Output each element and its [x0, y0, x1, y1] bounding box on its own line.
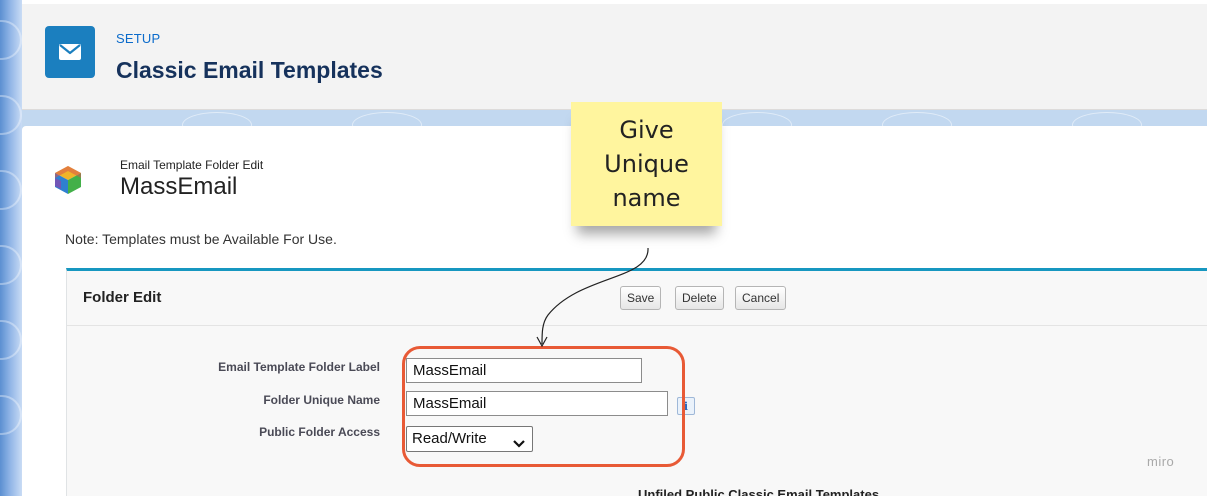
envelope-icon [45, 26, 95, 78]
background-strip [0, 0, 22, 496]
folder-title: MassEmail [120, 173, 238, 200]
setup-label: SETUP [116, 31, 161, 46]
section-heading-cutoff: Unfiled Public Classic Email Templates [638, 487, 880, 496]
sticky-note: Give Unique name [571, 102, 722, 226]
access-caption: Public Folder Access [259, 425, 380, 439]
folder-label-caption: Email Template Folder Label [218, 360, 380, 374]
delete-button[interactable]: Delete [675, 286, 724, 310]
miro-watermark: miro [1147, 454, 1175, 469]
page-header: SETUP Classic Email Templates [22, 4, 1207, 110]
cancel-button[interactable]: Cancel [735, 286, 787, 310]
availability-note: Note: Templates must be Available For Us… [65, 231, 337, 247]
page-title: Classic Email Templates [116, 57, 383, 83]
unique-name-caption: Folder Unique Name [263, 393, 380, 407]
sticky-note-line: Unique [604, 150, 689, 178]
folder-cube-icon [52, 164, 84, 196]
screenshot-stage: SETUP Classic Email Templates Email Temp… [0, 0, 1207, 496]
panel-title: Folder Edit [83, 289, 162, 306]
sticky-note-line: name [612, 184, 681, 212]
folder-edit-caption: Email Template Folder Edit [120, 158, 264, 172]
sticky-note-line: Give [619, 116, 674, 144]
annotation-arrow [536, 247, 649, 348]
annotation-highlight [402, 346, 685, 467]
